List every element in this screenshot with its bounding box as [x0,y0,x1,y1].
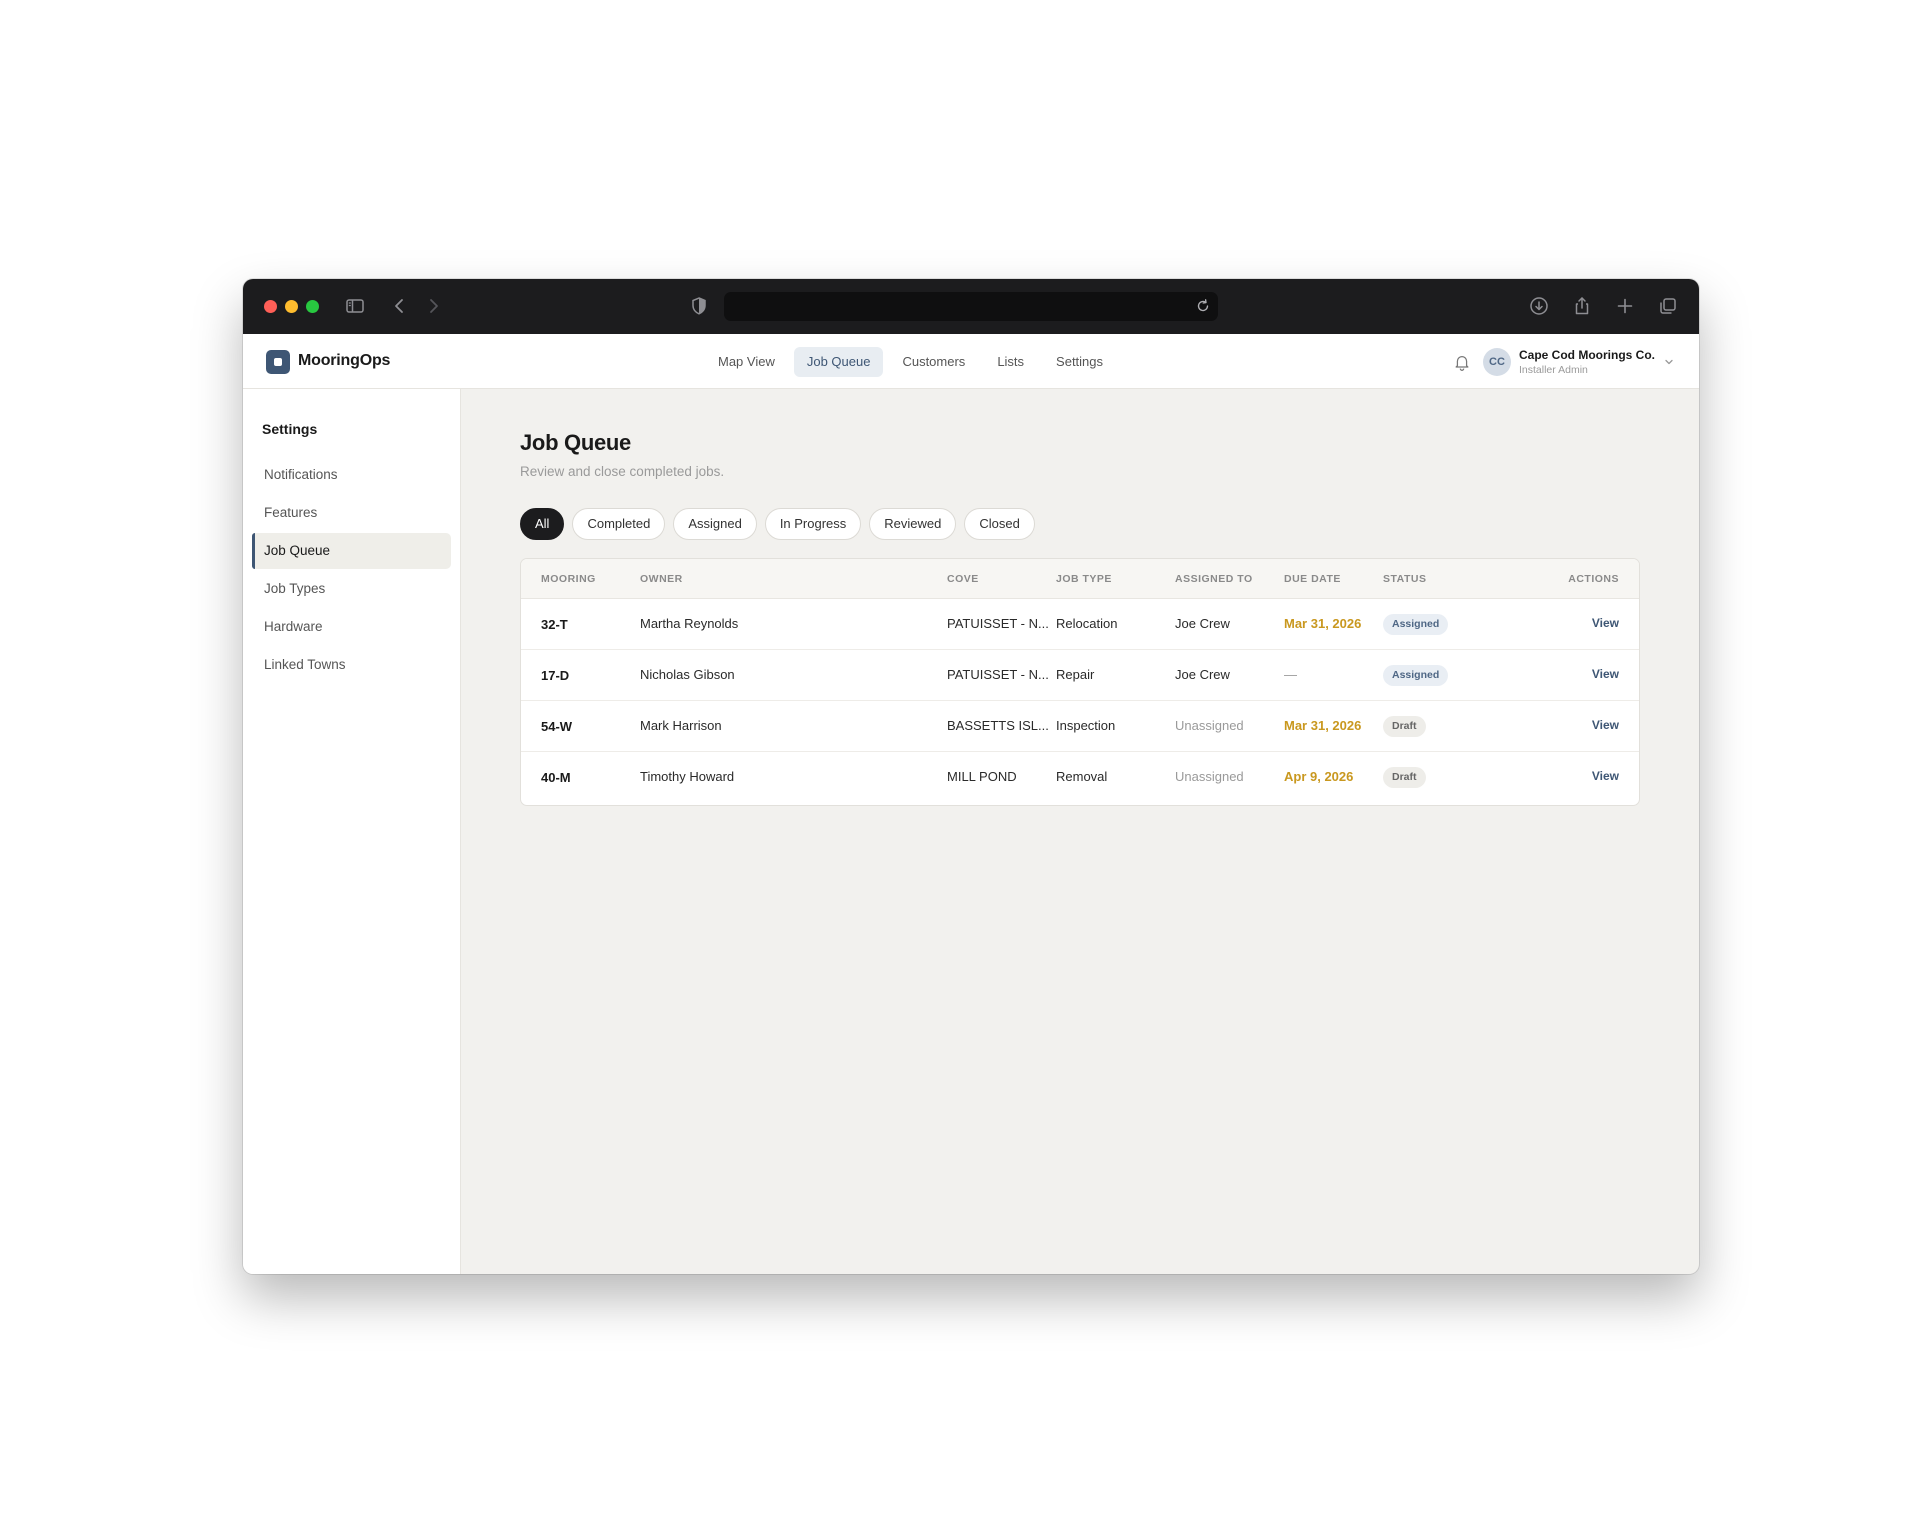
filter-assigned[interactable]: Assigned [673,508,757,540]
mooring-id: 40-M [541,770,571,785]
view-job-link[interactable]: View [1592,667,1619,681]
chevron-down-icon[interactable] [1663,356,1675,368]
sidebar-title: Settings [262,421,318,437]
plus-icon[interactable] [1613,294,1637,318]
avatar[interactable]: CC [1483,348,1511,376]
cove-name: PATUISSET - N... [947,616,1049,631]
sidebar-item-linked-towns[interactable]: Linked Towns [252,647,451,683]
status-badge: Draft [1383,767,1426,788]
cove-name: PATUISSET - N... [947,667,1049,682]
sidebar-item-job-queue[interactable]: Job Queue [252,533,451,569]
column-header-due-date[interactable]: DUE DATE [1284,573,1341,585]
column-header-cove[interactable]: COVE [947,573,979,585]
minimize-window-button[interactable] [285,300,298,313]
sidebar-toggle-icon[interactable] [343,294,367,318]
nav-job-queue[interactable]: Job Queue [793,347,884,377]
app-header: MooringOps Map View Job Queue Customers … [243,334,1699,389]
chevron-left-icon[interactable] [388,294,412,318]
filter-completed[interactable]: Completed [572,508,666,540]
job-type: Inspection [1056,718,1116,733]
address-bar[interactable] [724,292,1218,321]
reload-icon[interactable] [1194,297,1212,315]
account-org-name[interactable]: Cape Cod Moorings Co. [1519,348,1655,362]
browser-toolbar [243,279,1699,334]
due-date: — [1284,667,1297,682]
app-logo-icon[interactable] [266,350,290,374]
cove-name: MILL POND [947,769,1017,784]
owner-name: Timothy Howard [640,769,735,784]
column-header-assigned-to[interactable]: ASSIGNED TO [1175,573,1253,585]
status-badge: Draft [1383,716,1426,737]
view-job-link[interactable]: View [1592,769,1619,783]
owner-name: Mark Harrison [640,718,722,733]
mooring-id: 54-W [541,719,573,734]
table-row[interactable]: 40-M Timothy Howard MILL POND Removal Un… [521,752,1639,803]
table-row[interactable]: 32-T Martha Reynolds PATUISSET - N... Re… [521,599,1639,650]
job-queue-table: MOORING OWNER COVE JOB TYPE ASSIGNED TO … [520,558,1640,806]
bell-icon[interactable] [1452,352,1472,372]
job-type: Removal [1056,769,1108,784]
app-name[interactable]: MooringOps [298,352,390,370]
nav-customers[interactable]: Customers [889,347,978,377]
main-content: Job Queue Review and close completed job… [461,389,1699,1274]
nav-lists[interactable]: Lists [984,347,1037,377]
sidebar-item-notifications[interactable]: Notifications [252,457,451,493]
sidebar-item-job-types[interactable]: Job Types [252,571,451,607]
table-row[interactable]: 17-D Nicholas Gibson PATUISSET - N... Re… [521,650,1639,701]
status-filter-bar: All Completed Assigned In Progress Revie… [520,508,1035,540]
sidebar-list: Notifications Features Job Queue Job Typ… [252,457,451,685]
page-subtitle: Review and close completed jobs. [520,464,725,479]
job-type: Relocation [1056,616,1118,631]
column-header-job-type[interactable]: JOB TYPE [1056,573,1112,585]
filter-all[interactable]: All [520,508,565,540]
filter-in-progress[interactable]: In Progress [764,508,862,540]
column-header-mooring[interactable]: MOORING [541,573,596,585]
sidebar-item-hardware[interactable]: Hardware [252,609,451,645]
chevron-right-icon[interactable] [421,294,445,318]
nav-settings[interactable]: Settings [1043,347,1116,377]
status-badge: Assigned [1383,665,1449,686]
nav-map-view[interactable]: Map View [705,347,788,377]
assigned-to: Joe Crew [1175,616,1230,631]
settings-sidebar: Settings Notifications Features Job Queu… [243,389,461,1274]
due-date: Apr 9, 2026 [1284,769,1354,784]
top-navigation: Map View Job Queue Customers Lists Setti… [705,347,1116,377]
mooring-id: 17-D [541,668,570,683]
column-header-actions: ACTIONS [1568,573,1619,585]
filter-reviewed[interactable]: Reviewed [869,508,957,540]
browser-window: MooringOps Map View Job Queue Customers … [243,279,1699,1274]
due-date: Mar 31, 2026 [1284,718,1362,733]
view-job-link[interactable]: View [1592,718,1619,732]
column-header-status[interactable]: STATUS [1383,573,1426,585]
assigned-to: Unassigned [1175,769,1244,784]
owner-name: Martha Reynolds [640,616,739,631]
tabs-overview-icon[interactable] [1656,294,1680,318]
assigned-to: Unassigned [1175,718,1244,733]
table-header: MOORING OWNER COVE JOB TYPE ASSIGNED TO … [521,559,1639,599]
filter-closed[interactable]: Closed [964,508,1035,540]
job-type: Repair [1056,667,1095,682]
page-title: Job Queue [520,430,631,455]
mooring-id: 32-T [541,617,568,632]
owner-name: Nicholas Gibson [640,667,735,682]
assigned-to: Joe Crew [1175,667,1230,682]
sidebar-item-features[interactable]: Features [252,495,451,531]
share-icon[interactable] [1570,294,1594,318]
column-header-owner[interactable]: OWNER [640,573,683,585]
cove-name: BASSETTS ISL... [947,718,1049,733]
due-date: Mar 31, 2026 [1284,616,1362,631]
zoom-window-button[interactable] [306,300,319,313]
status-badge: Assigned [1383,614,1449,635]
shield-icon[interactable] [687,294,711,318]
view-job-link[interactable]: View [1592,616,1619,630]
table-row[interactable]: 54-W Mark Harrison BASSETTS ISL... Inspe… [521,701,1639,752]
close-window-button[interactable] [264,300,277,313]
account-role: Installer Admin [1519,364,1588,376]
download-icon[interactable] [1527,294,1551,318]
